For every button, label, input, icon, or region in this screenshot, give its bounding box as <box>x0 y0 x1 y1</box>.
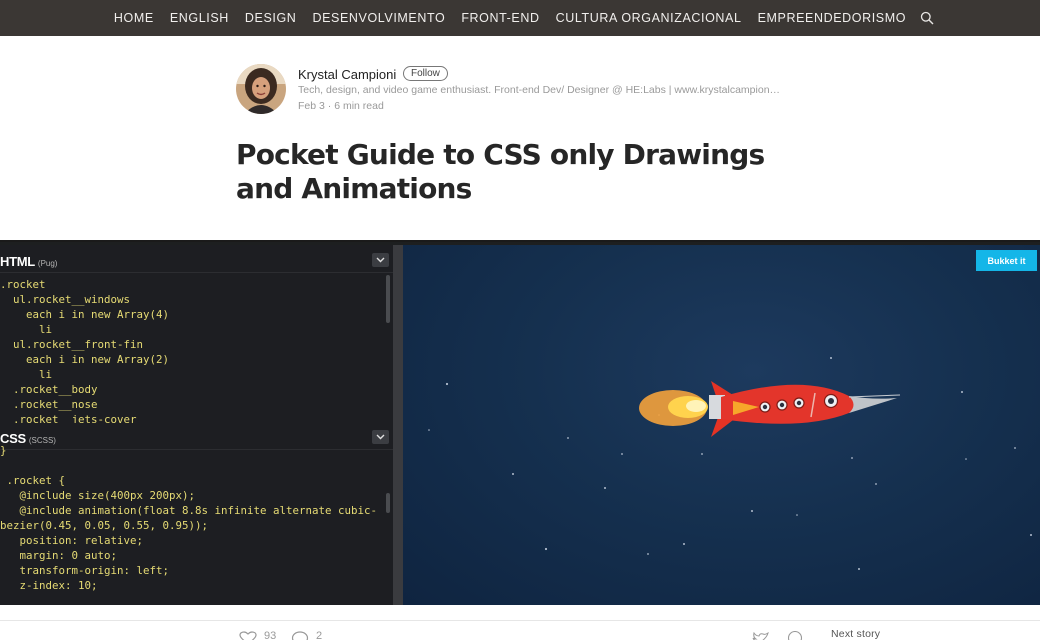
bukket-it-button[interactable]: Bukket it <box>976 250 1037 271</box>
avatar[interactable] <box>236 64 286 114</box>
author-bio: Tech, design, and video game enthusiast.… <box>298 84 781 96</box>
html-pane-dropdown[interactable] <box>372 253 389 267</box>
html-code-line: .rocket__nose <box>0 398 98 411</box>
search-icon[interactable] <box>920 11 934 25</box>
css-code-line: transform-origin: left; <box>0 564 170 577</box>
css-code-line: @include size(400px 200px); <box>0 489 196 502</box>
nav-item-home[interactable]: HOME <box>106 11 162 25</box>
clap-count: 93 <box>264 630 277 640</box>
html-code-line: each i in new Array(4) <box>0 308 170 321</box>
css-code-line: .rocket { <box>0 474 66 487</box>
html-pane-header: HTML (Pug) <box>0 249 393 273</box>
post-meta: Feb 3 · 6 min read <box>298 100 384 112</box>
html-code-line: ul.rocket__windows <box>0 293 131 306</box>
html-preprocessor-label: (Pug) <box>37 259 58 268</box>
author-block: Krystal Campioni Follow Tech, design, an… <box>236 64 816 116</box>
html-pane-title: HTML (Pug) <box>0 254 57 269</box>
twitter-icon[interactable] <box>752 632 770 640</box>
css-code-line: z-index: 10; <box>0 579 98 592</box>
css-code-line: } <box>0 444 7 457</box>
space-background <box>428 357 1032 570</box>
post-actions-bar: 93 2 Next story <box>0 620 1040 640</box>
nav-item-empreendedorismo[interactable]: EMPREENDEDORISMO <box>750 11 915 25</box>
css-code-editor[interactable]: } .rocket { @include size(400px 200px); … <box>0 443 388 595</box>
codepen-embed: HTML (Pug) .rocket ul.rocket__windows eac… <box>0 240 1040 605</box>
nav-item-desenvolvimento[interactable]: DESENVOLVIMENTO <box>304 11 453 25</box>
post-date[interactable]: Feb 3 <box>298 100 325 112</box>
html-code-line: ul.rocket__front-fin <box>0 338 144 351</box>
html-code-line: .rocket__body <box>0 383 98 396</box>
chevron-down-icon <box>376 434 385 440</box>
css-code-line: position: relative; <box>0 534 144 547</box>
article-title: Pocket Guide to CSS only Drawings and An… <box>236 138 765 205</box>
html-code-line: li <box>0 323 53 336</box>
html-code-line: li <box>0 368 53 381</box>
editor-panes: HTML (Pug) .rocket ul.rocket__windows eac… <box>0 245 396 605</box>
response-icon[interactable] <box>291 631 309 640</box>
html-code-line: .rocket__jets-cover <box>0 413 137 423</box>
facebook-icon[interactable] <box>787 631 803 640</box>
nav-item-english[interactable]: ENGLISH <box>162 11 237 25</box>
css-code-line: margin: 0 auto; <box>0 549 118 562</box>
next-story-link[interactable]: Next story <box>831 628 880 640</box>
css-code-line: bezier(0.45, 0.05, 0.55, 0.95)); <box>0 519 209 532</box>
nav-item-cultura-organizacional[interactable]: CULTURA ORGANIZACIONAL <box>548 11 750 25</box>
author-name[interactable]: Krystal Campioni <box>298 67 396 82</box>
read-time: 6 min read <box>334 100 384 112</box>
nav-item-design[interactable]: DESIGN <box>237 11 305 25</box>
response-count: 2 <box>316 630 323 640</box>
rocket-drawing <box>639 381 901 437</box>
css-pane-dropdown[interactable] <box>372 430 389 444</box>
css-editor-scrollbar[interactable] <box>386 493 390 513</box>
html-code-editor[interactable]: .rocket ul.rocket__windows each i in new… <box>0 277 388 423</box>
chevron-down-icon <box>376 257 385 263</box>
html-editor-scrollbar[interactable] <box>386 275 390 323</box>
html-lang-label: HTML <box>0 254 35 269</box>
follow-button[interactable]: Follow <box>403 66 448 81</box>
css-code-line: @include animation(float 8.8s infinite a… <box>0 504 378 517</box>
pane-resize-handle-vertical[interactable] <box>393 245 403 605</box>
nav-item-front-end[interactable]: FRONT-END <box>453 11 547 25</box>
clap-icon[interactable] <box>239 631 257 640</box>
html-code-line: .rocket <box>0 278 46 291</box>
css-code-line <box>0 458 388 473</box>
html-code-line: each i in new Array(2) <box>0 353 170 366</box>
result-preview: Bukket it <box>403 245 1040 605</box>
top-navigation: HOME ENGLISH DESIGN DESENVOLVIMENTO FRON… <box>0 0 1040 36</box>
